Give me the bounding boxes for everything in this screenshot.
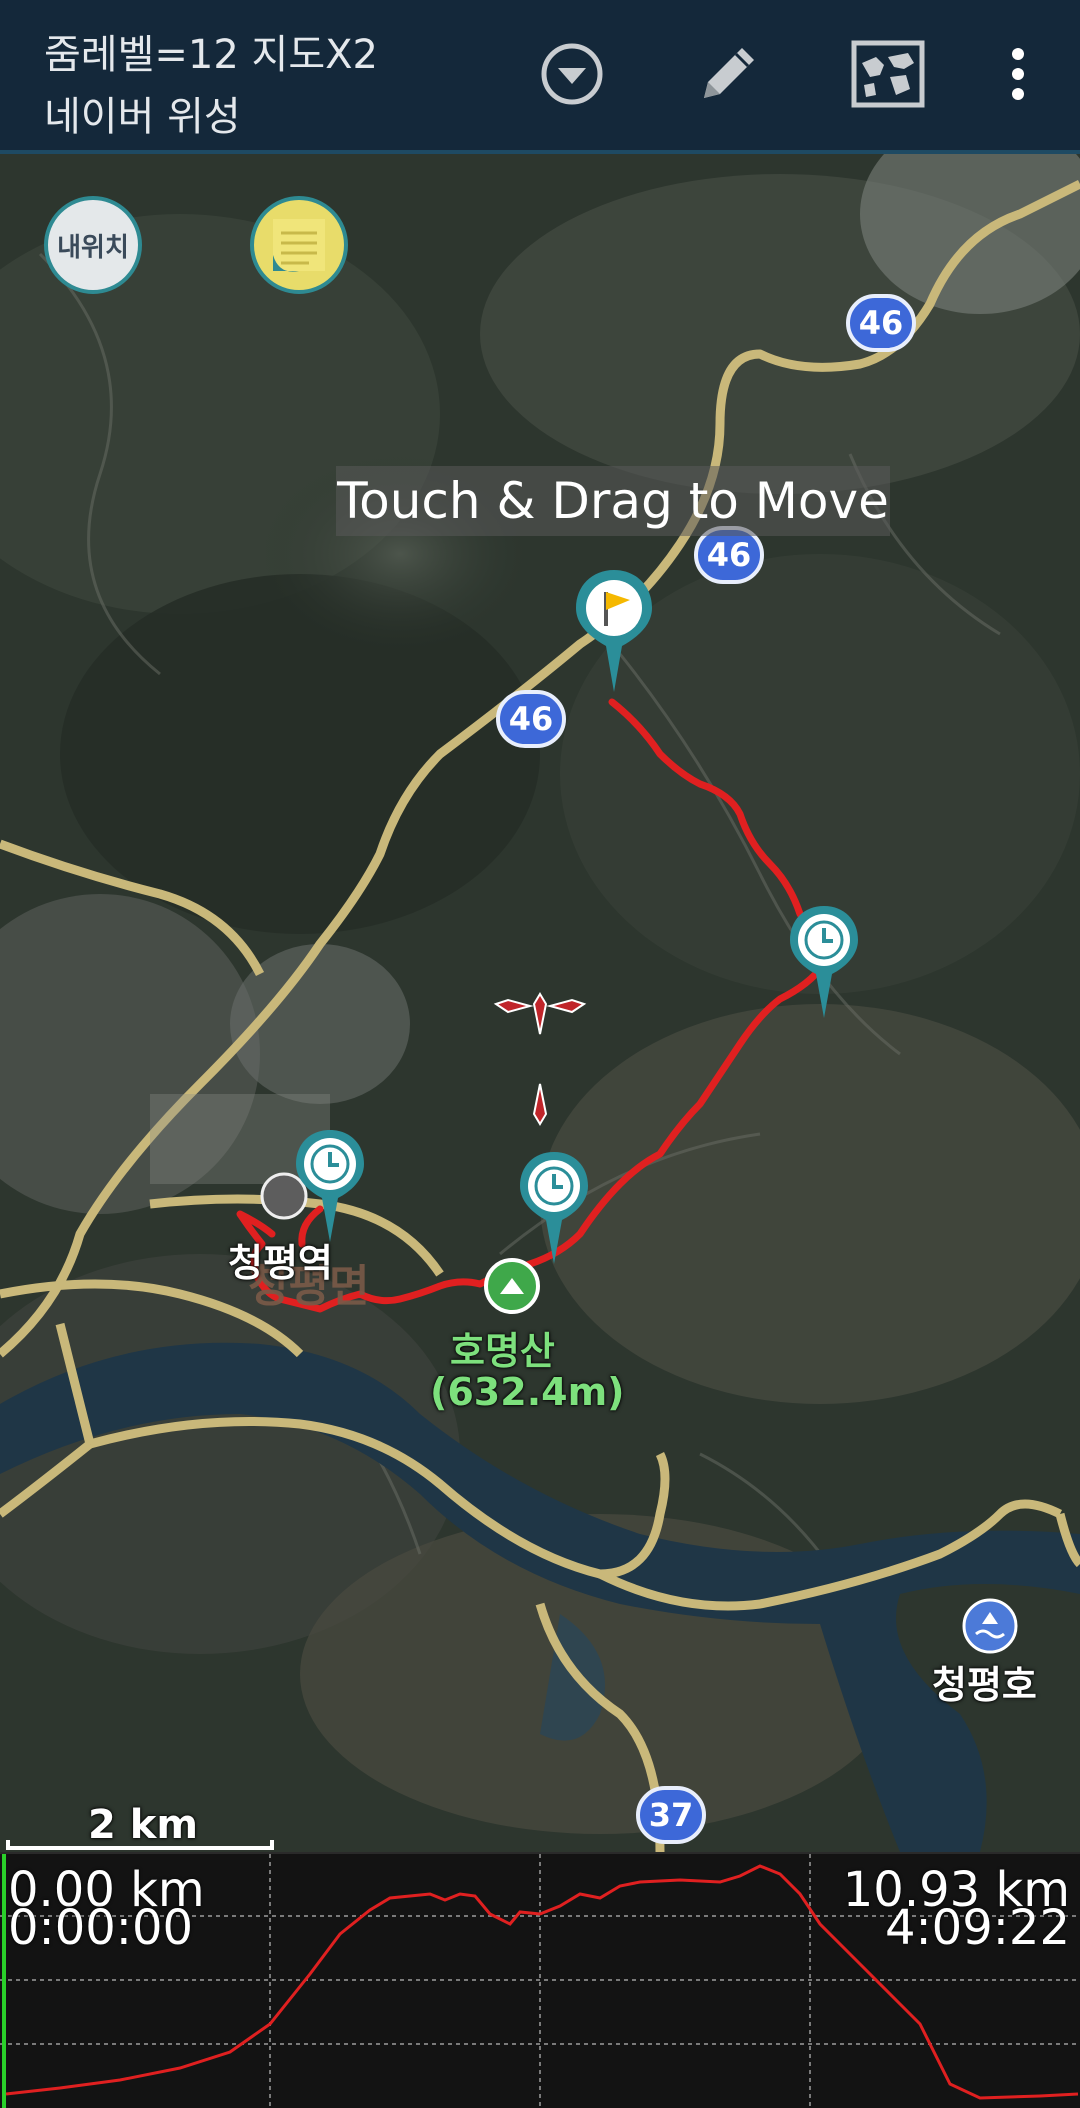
waypoint-pin-icon[interactable] [516, 1148, 592, 1268]
pencil-icon [704, 48, 754, 98]
map-icon [851, 40, 925, 108]
lake-label: 청평호 [932, 1663, 1037, 1707]
map-canvas [0, 154, 1080, 1852]
end-time-label: 4:09:22 [884, 1900, 1070, 1956]
waypoint-pin-icon[interactable] [292, 1126, 368, 1246]
map-select-button[interactable] [850, 36, 926, 112]
lake-marker-icon [962, 1598, 1018, 1654]
more-vertical-icon [1012, 48, 1024, 100]
more-options-button[interactable] [980, 36, 1056, 112]
route-badge: 46 [496, 690, 566, 748]
elevation-profile[interactable]: 0.00 km 0:00:00 10.93 km 4:09:22 [0, 1852, 1080, 2108]
scale-label: 2 km [88, 1802, 199, 1848]
start-time-label: 0:00:00 [8, 1900, 194, 1956]
edit-track-button[interactable] [690, 36, 766, 112]
route-badge: 37 [636, 1786, 706, 1844]
dropdown-circle-icon [541, 43, 603, 105]
my-location-button[interactable]: 내위치 [44, 196, 142, 294]
route-badge: 46 [846, 294, 916, 352]
satellite-map[interactable]: 46 46 46 37 내위치 Touch & Drag to Move 청평면… [0, 154, 1080, 1852]
drag-hint-toast: Touch & Drag to Move [336, 466, 890, 536]
dropdown-button[interactable] [534, 36, 610, 112]
mountain-name-label: 호명산 [450, 1329, 555, 1373]
app-bar: 줌레벨=12 지도X2 네이버 위성 [0, 0, 1080, 154]
station-label: 청평역 [228, 1241, 333, 1285]
my-location-label: 내위치 [57, 232, 129, 263]
mountain-height-label: (632.4m) [430, 1370, 625, 1414]
start-flag-pin-icon[interactable] [572, 566, 656, 696]
waypoint-pin-icon[interactable] [786, 902, 862, 1022]
memo-button[interactable] [250, 196, 348, 294]
note-icon [273, 219, 325, 272]
zoom-level-title: 줌레벨=12 지도X2 [44, 32, 378, 78]
map-source-title: 네이버 위성 [44, 94, 241, 140]
